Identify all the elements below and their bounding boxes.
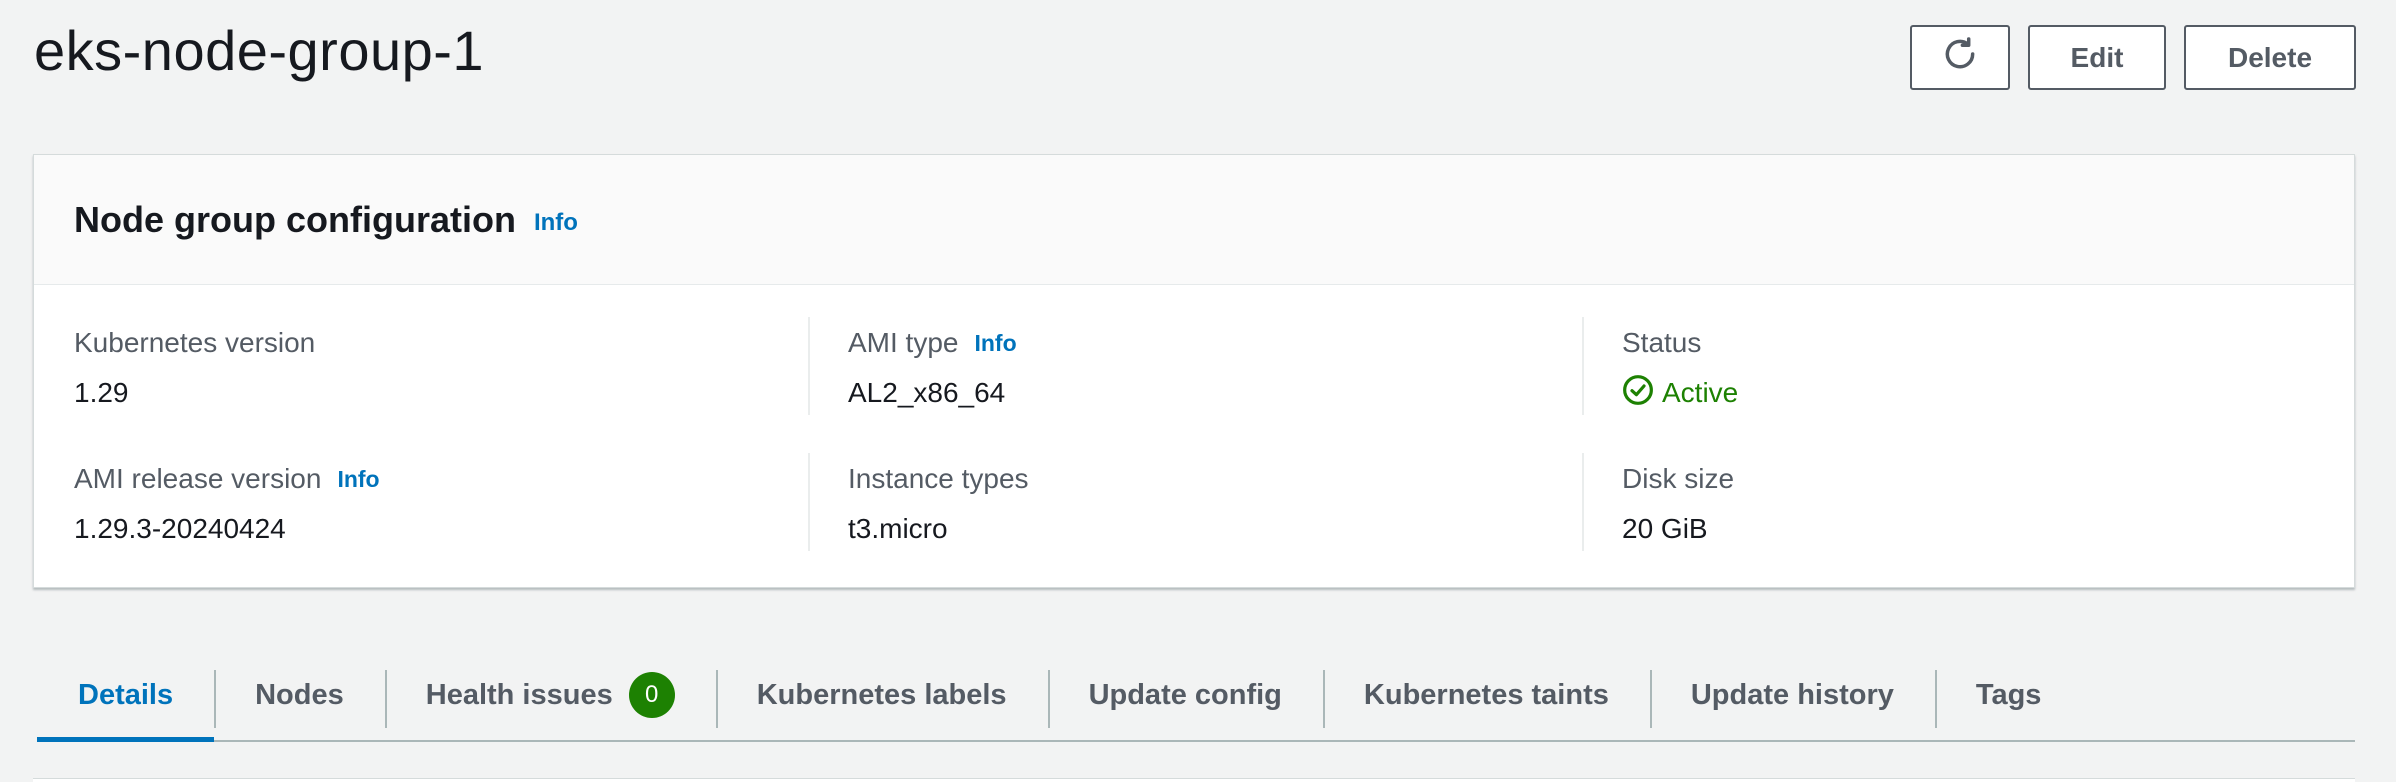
refresh-icon: [1941, 35, 1979, 80]
ami-type-field: AMI type Info AL2_x86_64: [848, 325, 1017, 411]
ami-release-version-label: AMI release version Info: [74, 461, 380, 497]
card-header: Node group configuration Info: [34, 155, 2354, 285]
kubernetes-version-label: Kubernetes version: [74, 325, 315, 361]
tab-update-history-label: Update history: [1690, 678, 1894, 711]
status-value-text: Active: [1662, 377, 1739, 408]
ami-release-version-field: AMI release version Info 1.29.3-20240424: [74, 461, 380, 547]
tab-kubernetes-taints[interactable]: Kubernetes taints: [1322, 650, 1650, 740]
status-label-text: Status: [1622, 327, 1702, 358]
column-divider: [808, 453, 810, 551]
edit-button[interactable]: Edit: [2028, 25, 2166, 90]
tab-kubernetes-labels-label: Kubernetes labels: [756, 678, 1007, 711]
ami-release-version-value: 1.29.3-20240424: [74, 513, 286, 544]
node-group-configuration-card: Node group configuration Info Kubernetes…: [33, 154, 2355, 588]
disk-size-label-text: Disk size: [1622, 463, 1735, 494]
disk-size-value: 20 GiB: [1622, 513, 1708, 544]
tab-health-issues[interactable]: Health issues 0: [384, 650, 716, 740]
ami-type-label-text: AMI type: [848, 327, 959, 358]
kubernetes-version-label-text: Kubernetes version: [74, 327, 316, 358]
tab-update-history[interactable]: Update history: [1649, 650, 1935, 740]
ami-type-value: AL2_x86_64: [848, 377, 1006, 408]
ami-release-version-label-text: AMI release version: [74, 463, 322, 494]
column-divider: [1582, 453, 1584, 551]
instance-types-label: Instance types: [848, 461, 1029, 497]
tab-tags-label: Tags: [1975, 678, 2042, 711]
details-panel-edge: [33, 778, 2355, 782]
card-body: Kubernetes version 1.29 AMI release vers…: [34, 285, 2354, 587]
ami-type-label: AMI type Info: [848, 325, 1017, 361]
header-actions: Edit Delete: [1910, 25, 2356, 90]
health-issues-count-badge: 0: [628, 672, 675, 718]
tab-kubernetes-taints-label: Kubernetes taints: [1363, 678, 1609, 711]
config-column-1: Kubernetes version 1.29 AMI release vers…: [34, 285, 808, 587]
instance-types-label-text: Instance types: [848, 463, 1029, 494]
instance-types-value: t3.micro: [848, 513, 948, 544]
status-label: Status: [1622, 325, 1738, 361]
disk-size-label: Disk size: [1622, 461, 1734, 497]
kubernetes-version-field: Kubernetes version 1.29: [74, 325, 315, 411]
page-title: eks-node-group-1: [34, 19, 485, 82]
column-divider: [1582, 317, 1584, 415]
refresh-button[interactable]: [1910, 25, 2010, 90]
tab-bar: Details Nodes Health issues 0 Kubernetes…: [37, 650, 2355, 742]
tab-tags[interactable]: Tags: [1934, 650, 2083, 740]
tab-details[interactable]: Details: [37, 650, 215, 742]
tab-update-config[interactable]: Update config: [1047, 650, 1323, 740]
tab-health-issues-label: Health issues: [425, 678, 613, 711]
config-column-3: Status Active Disk size 20 GiB: [1582, 285, 2356, 587]
tab-details-label: Details: [78, 678, 174, 711]
tab-update-config-label: Update config: [1088, 678, 1282, 711]
page: eks-node-group-1 Edit Delete Node group …: [0, 0, 2396, 782]
tab-nodes[interactable]: Nodes: [214, 650, 385, 740]
tab-nodes-label: Nodes: [255, 678, 344, 711]
card-title: Node group configuration: [74, 198, 516, 240]
kubernetes-version-value: 1.29: [74, 377, 129, 408]
status-value: Active: [1622, 374, 1739, 413]
disk-size-field: Disk size 20 GiB: [1622, 461, 1734, 547]
column-divider: [808, 317, 810, 415]
check-circle-icon: [1622, 374, 1662, 413]
instance-types-field: Instance types t3.micro: [848, 461, 1029, 547]
delete-button[interactable]: Delete: [2184, 25, 2356, 90]
config-column-2: AMI type Info AL2_x86_64 Instance types …: [808, 285, 1582, 587]
card-info-link[interactable]: Info: [534, 209, 578, 237]
tab-kubernetes-labels[interactable]: Kubernetes labels: [715, 650, 1048, 740]
ami-type-info-link[interactable]: Info: [974, 330, 1016, 357]
ami-release-version-info-link[interactable]: Info: [337, 466, 379, 493]
status-field: Status Active: [1622, 325, 1738, 411]
